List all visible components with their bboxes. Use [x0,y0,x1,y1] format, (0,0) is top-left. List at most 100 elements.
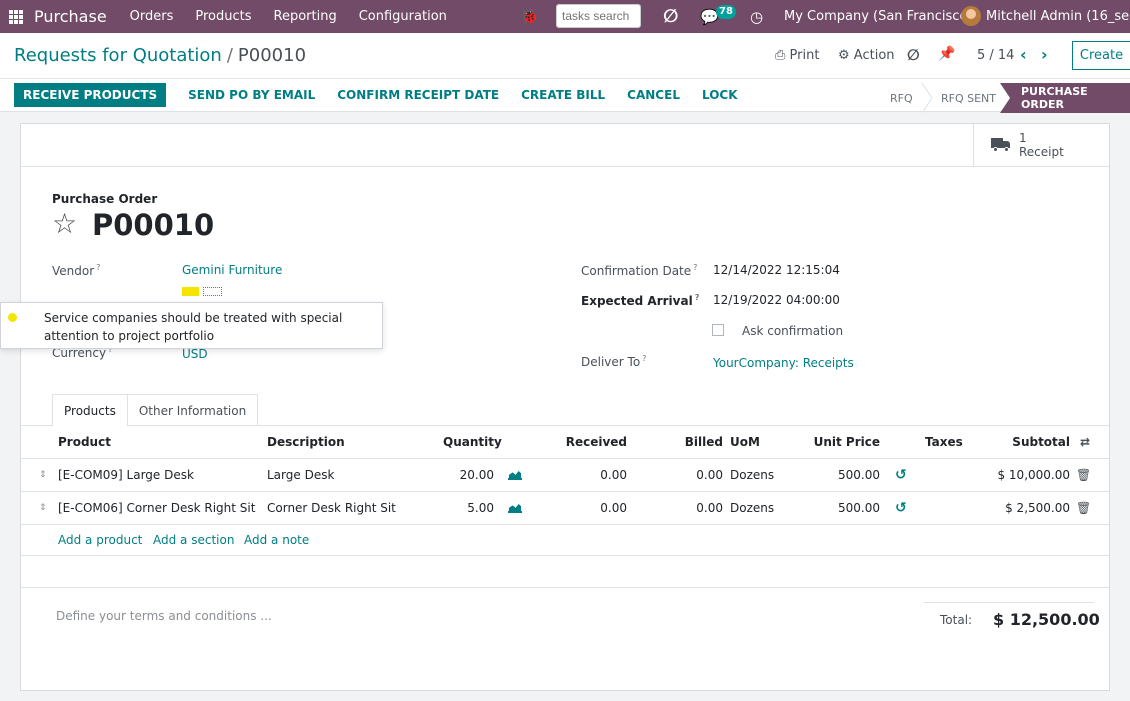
create-bill-button[interactable]: CREATE BILL [521,88,605,102]
create-button[interactable]: Create [1072,41,1130,70]
menu-configuration[interactable]: Configuration [348,9,458,24]
print-icon: ⎙ [775,48,786,63]
user-menu[interactable]: Mitchell Admin (16_server [986,0,1130,33]
column-billed[interactable]: Billed [661,426,723,458]
drag-handle-icon[interactable]: ⇕ [39,492,47,524]
breadcrumb: Requests for Quotation / P00010 [14,45,306,66]
apps-menu-icon[interactable] [0,0,32,33]
menu-reporting[interactable]: Reporting [263,9,348,24]
row-product: [E-COM06] Corner Desk Right Sit [58,501,256,515]
sync-icon[interactable]: ∅ [663,0,678,33]
app-brand[interactable]: Purchase [34,7,107,26]
row-unit-price: 500.00 [838,501,880,515]
row-unit-price: 500.00 [838,468,880,482]
row-subtotal: $ 10,000.00 [997,468,1070,482]
receipt-count: 1 [1019,131,1027,145]
row-uom: Dozens [730,468,775,482]
expected-arrival-label: Expected Arrival? [581,293,700,308]
row-billed: 0.00 [696,501,723,515]
sync-icon[interactable]: ∅ [907,46,920,64]
total-amount: $ 12,500.00 [993,610,1100,629]
column-quantity[interactable]: Quantity [443,426,502,458]
divider [21,587,1109,588]
total-label: Total: [940,613,973,627]
row-billed: 0.00 [696,468,723,482]
bug-icon[interactable]: 🐞 [521,0,538,33]
price-history-icon[interactable]: ↺ [895,492,907,524]
forecast-chart-icon[interactable] [508,459,522,491]
breadcrumb-parent[interactable]: Requests for Quotation [14,45,222,66]
confirm-receipt-date-button[interactable]: CONFIRM RECEIPT DATE [337,88,499,102]
top-navbar: Purchase Orders Products Reporting Confi… [0,0,1130,33]
menu-products[interactable]: Products [184,9,262,24]
status-rfq-sent[interactable]: RFQ SENT [941,83,996,113]
terms-and-conditions-field[interactable]: Define your terms and conditions ... [56,609,272,623]
pager-value[interactable]: 5 / 14 [977,48,1014,63]
receipt-smart-button[interactable]: 1 Receipt [973,124,1109,166]
action-buttons: RECEIVE PRODUCTS SEND PO BY EMAIL CONFIR… [14,83,738,107]
tab-other-information[interactable]: Other Information [126,394,259,426]
lock-button[interactable]: LOCK [702,88,738,102]
forecast-chart-icon[interactable] [508,492,522,524]
status-purchase-order[interactable]: PURCHASE ORDER [1000,83,1130,113]
row-description: Large Desk [267,468,335,482]
action-button[interactable]: ⚙ Action [838,48,895,63]
table-row[interactable]: ⇕ [E-COM06] Corner Desk Right Sit Corner… [21,492,1109,525]
vendor-field[interactable]: Gemini Furniture [182,263,282,277]
status-chevron-icon [921,83,933,113]
po-type-label: Purchase Order [52,192,158,206]
confirmation-date-field[interactable]: 12/14/2022 12:15:04 [713,263,840,277]
optional-columns-icon[interactable]: ⇄ [1080,426,1090,458]
gear-icon: ⚙ [838,48,850,63]
divider [0,78,1130,79]
user-avatar[interactable] [961,6,981,26]
send-po-by-email-button[interactable]: SEND PO BY EMAIL [188,88,315,102]
ask-confirmation-checkbox[interactable] [712,324,724,336]
currency-field[interactable]: USD [182,347,208,361]
star-icon[interactable]: ☆ [52,208,77,240]
row-uom: Dozens [730,501,775,515]
add-note-link[interactable]: Add a note [244,525,309,555]
deliver-to-field[interactable]: YourCompany: Receipts [713,356,854,370]
receipt-label: Receipt [1019,145,1064,159]
tab-products[interactable]: Products [52,394,128,426]
tooltip-text: Service companies should be treated with… [44,311,343,343]
vendor-tag-highlight[interactable] [182,287,199,296]
column-subtotal[interactable]: Subtotal [981,426,1070,458]
pager-next-icon[interactable]: › [1041,45,1048,64]
activity-clock-icon[interactable]: ◷ [750,0,763,33]
column-product[interactable]: Product [58,426,111,458]
print-button[interactable]: ⎙ Print [775,48,819,63]
column-unit-price[interactable]: Unit Price [801,426,880,458]
column-description[interactable]: Description [267,426,345,458]
tasks-search-input[interactable] [556,4,641,28]
drag-handle-icon[interactable]: ⇕ [39,459,47,491]
company-switcher[interactable]: My Company (San Francisco) [784,0,972,33]
notebook-tabs: Products Other Information [52,394,259,426]
price-history-icon[interactable]: ↺ [895,459,907,491]
cancel-button[interactable]: CANCEL [627,88,680,102]
trash-icon[interactable]: 🗑 [1076,492,1091,524]
pin-icon[interactable]: 📌 [938,46,955,62]
tag-color-dot-icon [8,313,17,322]
table-row[interactable]: ⇕ [E-COM09] Large Desk Large Desk 20.00 … [21,459,1109,492]
add-section-link[interactable]: Add a section [153,525,234,555]
add-product-link[interactable]: Add a product [58,525,142,555]
chat-icon[interactable]: 💬 [700,0,719,33]
trash-icon[interactable]: 🗑 [1076,459,1091,491]
order-lines-table: Product Description Quantity Received Bi… [21,426,1109,556]
receive-products-button[interactable]: RECEIVE PRODUCTS [14,83,167,107]
column-taxes[interactable]: Taxes [925,426,963,458]
smart-button-box: 1 Receipt [21,124,1109,167]
menu-orders[interactable]: Orders [119,9,185,24]
po-title: P00010 [92,208,215,242]
form-sheet: 1 Receipt Purchase Order ☆ P00010 Vendor… [20,123,1110,691]
vendor-tag-placeholder[interactable] [203,287,222,296]
column-received[interactable]: Received [551,426,627,458]
expected-arrival-field[interactable]: 12/19/2022 04:00:00 [713,293,840,307]
row-received: 0.00 [600,501,627,515]
column-uom[interactable]: UoM [730,426,760,458]
row-received: 0.00 [600,468,627,482]
pager-previous-icon[interactable]: ‹ [1020,45,1027,64]
status-rfq[interactable]: RFQ [890,83,913,113]
